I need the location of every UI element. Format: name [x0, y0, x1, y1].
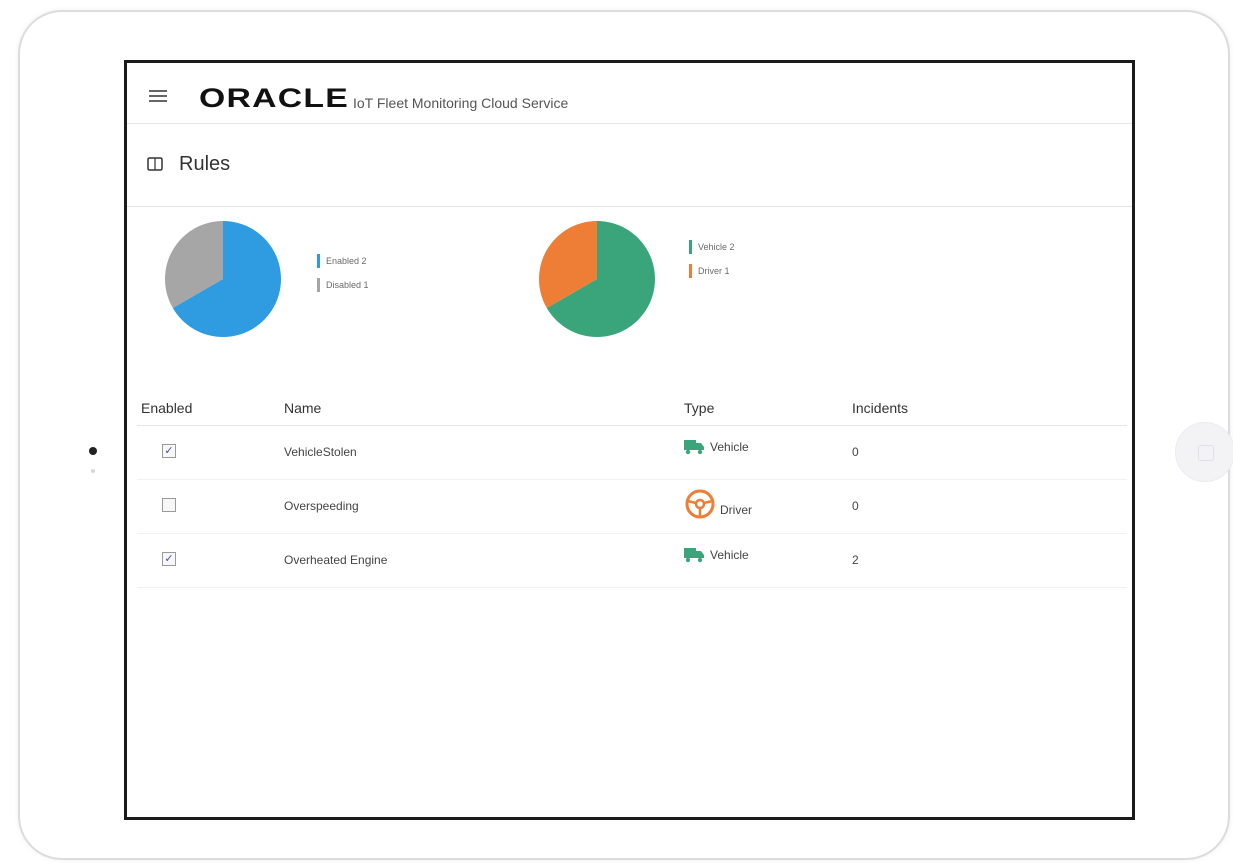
- table-header: Enabled Name Type Incidents: [137, 395, 1127, 426]
- header-enabled[interactable]: Enabled: [141, 400, 192, 416]
- app-header: ORACLE IoT Fleet Monitoring Cloud Servic…: [127, 63, 1132, 124]
- sensor-dot: [91, 469, 95, 473]
- rule-incidents: 0: [852, 445, 859, 459]
- header-name[interactable]: Name: [284, 400, 321, 416]
- hamburger-menu-icon[interactable]: [149, 90, 167, 102]
- legend-label-driver: Driver 1: [698, 266, 730, 276]
- status-pie-svg: [165, 221, 281, 337]
- table-row[interactable]: Overspeeding Driver 0: [137, 480, 1127, 534]
- rule-type: Driver: [684, 488, 752, 520]
- rule-name: Overheated Engine: [284, 553, 388, 567]
- legend-swatch-vehicle: [689, 240, 692, 254]
- oracle-logo: ORACLE: [199, 83, 349, 113]
- header-type[interactable]: Type: [684, 400, 714, 416]
- rules-table: Enabled Name Type Incidents ✓ VehicleSto…: [137, 395, 1127, 588]
- enabled-checkbox[interactable]: [162, 498, 176, 512]
- rule-type-label: Vehicle: [710, 440, 749, 454]
- legend-label-disabled: Disabled 1: [326, 280, 369, 290]
- legend-item-driver: Driver 1: [689, 259, 735, 283]
- type-legend: Vehicle 2 Driver 1: [689, 235, 735, 283]
- status-legend: Enabled 2 Disabled 1: [317, 249, 369, 297]
- home-square-icon: [1198, 445, 1214, 461]
- enabled-checkbox[interactable]: ✓: [162, 552, 176, 566]
- steering-wheel-icon: [685, 489, 715, 519]
- legend-swatch-disabled: [317, 278, 320, 292]
- rule-type: Vehicle: [684, 547, 749, 563]
- service-name: IoT Fleet Monitoring Cloud Service: [353, 95, 569, 111]
- table-row[interactable]: ✓ VehicleStolen Vehicle 0: [137, 426, 1127, 480]
- app-screen: ORACLE IoT Fleet Monitoring Cloud Servic…: [124, 60, 1135, 820]
- page-title: Rules: [179, 153, 231, 175]
- truck-icon: [684, 440, 704, 455]
- rule-type-label: Vehicle: [710, 548, 749, 562]
- type-pie-chart: [535, 217, 659, 346]
- rule-incidents: 0: [852, 499, 859, 513]
- legend-item-enabled: Enabled 2: [317, 249, 369, 273]
- camera-dot: [89, 447, 97, 455]
- charts-area: Enabled 2 Disabled 1 Vehicle 2 Driver 1: [127, 207, 1132, 382]
- enabled-checkbox[interactable]: ✓: [162, 444, 176, 458]
- rule-name: VehicleStolen: [284, 445, 357, 459]
- rule-incidents: 2: [852, 553, 859, 567]
- rules-book-icon: [147, 157, 163, 171]
- rule-type-label: Driver: [720, 503, 752, 517]
- page-title-bar: Rules: [127, 124, 1132, 207]
- legend-item-vehicle: Vehicle 2: [689, 235, 735, 259]
- rule-name: Overspeeding: [284, 499, 359, 513]
- legend-swatch-driver: [689, 264, 692, 278]
- home-button[interactable]: [1175, 422, 1233, 482]
- legend-label-vehicle: Vehicle 2: [698, 242, 735, 252]
- rule-type: Vehicle: [684, 439, 749, 455]
- type-pie-svg: [539, 221, 655, 337]
- legend-item-disabled: Disabled 1: [317, 273, 369, 297]
- table-row[interactable]: ✓ Overheated Engine Vehicle 2: [137, 534, 1127, 588]
- truck-icon: [684, 548, 704, 563]
- header-incidents[interactable]: Incidents: [852, 400, 908, 416]
- legend-swatch-enabled: [317, 254, 320, 268]
- status-pie-chart: [161, 217, 285, 346]
- legend-label-enabled: Enabled 2: [326, 256, 367, 266]
